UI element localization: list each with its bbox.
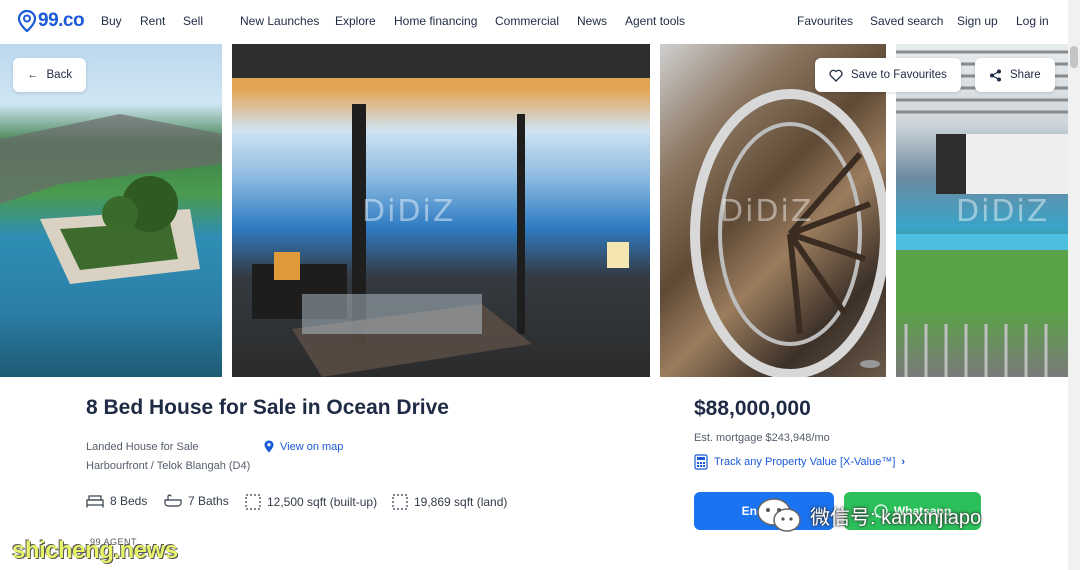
beds-count: 8 Beds <box>110 494 148 508</box>
heart-icon <box>829 69 843 82</box>
back-button[interactable]: ← Back <box>13 58 87 92</box>
back-button-label: Back <box>46 69 73 81</box>
xvalue-label: Track any Property Value [X-Value™] <box>714 456 896 468</box>
nav-buy[interactable]: Buy <box>101 14 122 28</box>
nav-news[interactable]: News <box>577 14 607 28</box>
view-on-map-label: View on map <box>280 440 344 453</box>
bed-icon <box>86 495 104 508</box>
chevron-right-icon: › <box>901 456 906 468</box>
save-to-favourites-label: Save to Favourites <box>851 69 947 81</box>
photo-aerial-pool[interactable] <box>0 44 222 377</box>
listing-title: 8 Bed House for Sale in Ocean Drive <box>86 396 449 419</box>
built-up-area: 12,500 sqft (built-up) <box>267 495 378 509</box>
scrollbar[interactable] <box>1068 0 1080 570</box>
nav-log-in[interactable]: Log in <box>1016 14 1049 28</box>
bathtub-icon <box>164 494 182 507</box>
share-button[interactable]: Share <box>975 58 1055 92</box>
scrollbar-thumb[interactable] <box>1070 46 1078 68</box>
nav-new-launches[interactable]: New Launches <box>240 14 319 28</box>
photo-gallery: DiDiZ DiDiZ DiDiZ ← Back Save to Favouri… <box>0 44 1068 377</box>
mortgage-estimate: Est. mortgage $243,948/mo <box>694 432 830 444</box>
save-to-favourites-button[interactable]: Save to Favourites <box>815 58 961 92</box>
baths-feature: 7 Baths <box>164 494 229 508</box>
xvalue-link[interactable]: Track any Property Value [X-Value™] › <box>694 454 905 470</box>
view-on-map-link[interactable]: View on map <box>264 440 343 453</box>
property-type: Landed House for Sale <box>86 441 199 453</box>
nav-home-financing[interactable]: Home financing <box>394 14 477 28</box>
map-pin-icon <box>264 440 274 453</box>
arrow-left-icon: ← <box>27 69 39 81</box>
land-feature: 19,869 sqft (land) <box>392 494 507 510</box>
wechat-icon <box>757 498 801 532</box>
nav-explore[interactable]: Explore <box>335 14 376 28</box>
beds-feature: 8 Beds <box>86 494 147 508</box>
logo[interactable]: 99.co <box>18 10 85 32</box>
share-label: Share <box>1010 69 1041 81</box>
wechat-watermark: 微信号: kanxinjiapo <box>756 497 981 533</box>
nav-rent[interactable]: Rent <box>140 14 165 28</box>
nav-commercial[interactable]: Commercial <box>495 14 559 28</box>
nav-sign-up[interactable]: Sign up <box>957 14 998 28</box>
land-area-icon <box>392 494 408 510</box>
photo-living-room[interactable]: DiDiZ <box>232 44 650 377</box>
area-icon <box>245 494 261 510</box>
nav-sell[interactable]: Sell <box>183 14 203 28</box>
wechat-id: 微信号: kanxinjiapo <box>810 506 982 529</box>
photo-aerial-pool-art <box>0 114 222 284</box>
site-watermark: shicheng.news <box>12 537 178 564</box>
listing-price: $88,000,000 <box>694 397 811 420</box>
logo-pin-icon <box>18 10 36 32</box>
land-area: 19,869 sqft (land) <box>414 495 508 509</box>
photo-watermark: DiDiZ <box>720 194 814 229</box>
baths-count: 7 Baths <box>188 494 229 508</box>
photo-spiral-staircase[interactable]: DiDiZ <box>660 44 886 377</box>
share-icon <box>990 69 1001 81</box>
top-nav: 99.co Buy Rent Sell New Launches Explore… <box>0 0 1080 44</box>
photo-watermark: DiDiZ <box>362 194 456 229</box>
photo-exterior-pool[interactable]: DiDiZ <box>896 44 1068 377</box>
calculator-icon <box>694 454 708 470</box>
property-address: Harbourfront / Telok Blangah (D4) <box>86 460 251 472</box>
nav-saved-search[interactable]: Saved search <box>870 14 943 28</box>
nav-favourites[interactable]: Favourites <box>797 14 853 28</box>
photo-watermark: DiDiZ <box>956 194 1050 229</box>
logo-text: 99.co <box>38 10 85 31</box>
nav-agent-tools[interactable]: Agent tools <box>625 14 685 28</box>
built-up-feature: 12,500 sqft (built-up) <box>245 494 377 510</box>
